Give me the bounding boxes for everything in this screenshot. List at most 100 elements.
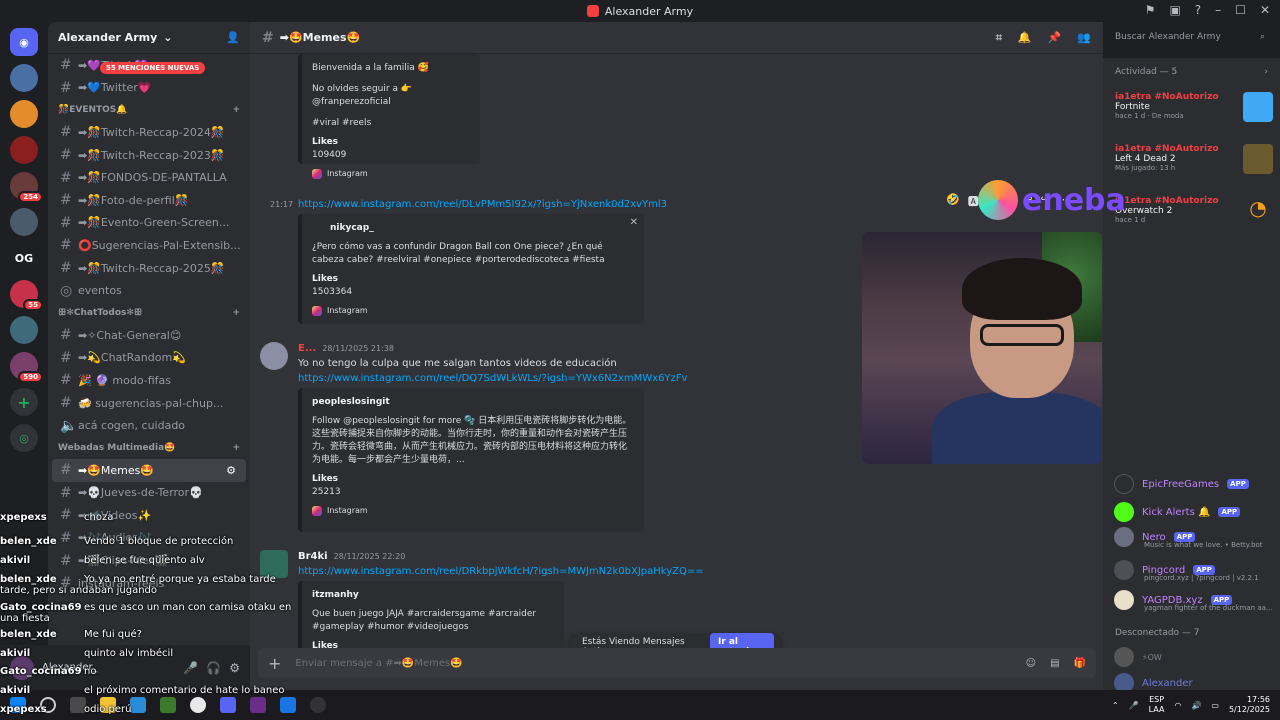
channel-item[interactable]: # 🍻 sugerencias-pal-chup... (48, 392, 250, 415)
add-server-icon[interactable]: + (10, 388, 38, 416)
chrome-icon[interactable] (190, 697, 206, 713)
avatar[interactable] (260, 550, 288, 578)
emoji-icon[interactable]: ☺ (1026, 658, 1036, 669)
member-item[interactable]: YAGPDB.xyz APP yagman fighter of the duckm… (1114, 589, 1273, 612)
channel-item[interactable]: # ➡🎶Audios🎶 (48, 527, 250, 550)
member-item[interactable]: EpicFreeGames APP (1114, 473, 1249, 495)
language-indicator[interactable]: ESP LAA (1149, 695, 1165, 714)
activity-item[interactable]: ia1etra #NoAutorizo Overwatch 2 hace 1 d… (1115, 196, 1273, 236)
channel-item[interactable]: # ➡💙Twitter💗 (48, 77, 250, 100)
volume-icon[interactable]: 🔊 (1191, 701, 1201, 710)
plus-icon[interactable]: + (268, 654, 281, 673)
help-icon[interactable]: ? (1195, 3, 1201, 17)
gift-icon[interactable]: 🎁 (1074, 658, 1086, 669)
channel-item[interactable]: # ➡💫ChatRandom💫 (48, 347, 250, 370)
server-icon[interactable]: OG (10, 244, 38, 272)
message-input[interactable]: Enviar mensaje a #➡🤩Memes🤩 (295, 658, 462, 669)
channel-item[interactable]: # ➡✧Chat-General😊 (48, 324, 250, 347)
category-webadas[interactable]: Webadas Multimedia🤩 + (48, 437, 250, 459)
chevron-up-icon[interactable]: ⌃ (1112, 701, 1119, 710)
server-icon[interactable]: 55 (10, 280, 43, 311)
hash-icon: # (60, 169, 72, 186)
plus-icon[interactable]: + (232, 443, 240, 453)
minimize-button[interactable]: – (1215, 3, 1221, 17)
screen-icon[interactable]: ▣ (1169, 3, 1180, 17)
channel-item[interactable]: # ➡🎊Twitch-Reccap-2023🎊 (48, 144, 250, 167)
channel-item[interactable]: # instagram-reels (48, 572, 250, 595)
clock[interactable]: 17:56 5/12/2025 (1229, 695, 1270, 716)
mic-icon[interactable]: 🎤 (1129, 701, 1139, 710)
discord-home-icon[interactable]: ◉ (10, 28, 38, 56)
avatar[interactable] (260, 342, 288, 370)
gif-icon[interactable]: ▤ (1050, 658, 1059, 669)
member-item[interactable]: ⚡OW (1114, 646, 1162, 668)
close-button[interactable]: ✕ (1260, 3, 1270, 17)
add-member-icon[interactable]: 👤 (226, 31, 240, 44)
channel-item[interactable]: # ➡💀Jueves-de-Terror💀 (48, 482, 250, 505)
plus-icon[interactable]: + (232, 105, 240, 115)
threads-icon[interactable]: ⌗ (996, 31, 1002, 45)
channel-item[interactable]: # ➡🎊Twitch-Reccap-2024🎊 (48, 121, 250, 144)
file-explorer-icon[interactable] (100, 697, 116, 713)
bell-icon[interactable]: 🔔 (1018, 31, 1032, 45)
category-chat[interactable]: ꕥ✻ChatTodos✻ꕥ + (48, 302, 250, 324)
channel-item[interactable]: # ➡🎬Clips-Alex🎬 (48, 549, 250, 572)
server-icon[interactable] (10, 208, 38, 236)
server-header[interactable]: Alexander Army ⌄ 👤 (48, 22, 250, 54)
channel-item[interactable]: # 🎉 🔮 modo-fifas (48, 369, 250, 392)
discord-icon[interactable] (220, 697, 236, 713)
category-eventos[interactable]: 🎊EVENTOS🔔 + (48, 99, 250, 121)
message-composer[interactable]: + Enviar mensaje a #➡🤩Memes🤩 ☺ ▤ 🎁 (258, 648, 1096, 678)
message-link[interactable]: https://www.instagram.com/reel/DRkbpjWkf… (298, 566, 704, 577)
channel-item[interactable]: # ➡🎊Twitch-Reccap-2025🎊 (48, 257, 250, 280)
plus-icon[interactable]: + (232, 308, 240, 318)
member-item[interactable]: Pingcord APP pingcord.xyz | ?pingcord | v2… (1114, 559, 1259, 582)
hash-icon: # (60, 529, 72, 546)
minecraft-icon[interactable] (160, 697, 176, 713)
obs-icon[interactable] (310, 697, 326, 713)
members-icon[interactable]: 👥 (1077, 31, 1091, 45)
new-mentions-pill[interactable]: 55 MENCIONES NUEVAS (100, 62, 206, 74)
channel-item[interactable]: # ➡📹Videos✨ (48, 504, 250, 527)
maximize-button[interactable]: ☐ (1235, 3, 1246, 17)
discover-icon[interactable]: ◎ (10, 424, 38, 452)
server-icon[interactable]: 254 (10, 172, 43, 203)
voice-channel-item[interactable]: 🔈 acá cogen, cuidado (48, 414, 250, 437)
activity-item[interactable]: ia1etra #NoAutorizo Fortnite hace 1 d · … (1115, 92, 1273, 132)
search-input[interactable]: Buscar Alexander Army ⌕ (1108, 28, 1272, 48)
channel-item-active[interactable]: # ➡🤩Memes🤩 ⚙ (52, 458, 246, 482)
reaction-icon[interactable]: 🤣 (946, 193, 960, 209)
channel-item[interactable]: # ➡🎊Evento-Green-Screen... (48, 212, 250, 235)
gear-icon[interactable]: ⚙ (229, 661, 240, 675)
battery-icon[interactable]: ▭ (1211, 701, 1219, 710)
search-icon[interactable] (40, 697, 56, 713)
close-icon[interactable]: ✕ (630, 216, 638, 231)
edge-icon[interactable] (130, 697, 146, 713)
headphones-icon[interactable]: 🎧 (206, 661, 221, 675)
app-icon[interactable] (280, 697, 296, 713)
settings-icon[interactable]: ⚙ (226, 464, 236, 477)
app-icon[interactable] (250, 697, 266, 713)
server-icon[interactable] (10, 64, 38, 92)
message-link[interactable]: https://www.instagram.com/reel/DQ7SdWLkW… (298, 373, 687, 384)
task-view-icon[interactable] (70, 697, 86, 713)
member-item[interactable]: Kick Alerts 🔔 APP (1114, 501, 1241, 523)
channel-item[interactable]: # ⭕Sugerencias-Pal-Extensib... (48, 234, 250, 257)
chevron-right-icon[interactable]: › (1264, 67, 1268, 77)
member-item[interactable]: Nero APP Music is what we love. • Betty.bo… (1114, 526, 1263, 549)
server-icon[interactable] (10, 136, 38, 164)
server-icon[interactable] (10, 316, 38, 344)
pin-icon[interactable]: 📌 (1048, 31, 1062, 45)
avatar[interactable] (10, 655, 34, 680)
windows-start-icon[interactable] (10, 697, 26, 713)
wifi-icon[interactable]: ◠ (1174, 701, 1181, 710)
server-icon[interactable]: 590 (10, 352, 43, 383)
message-link[interactable]: https://www.instagram.com/reel/DLvPMm5I9… (298, 199, 667, 210)
activity-item[interactable]: ia1etra #NoAutorizo Left 4 Dead 2 Más ju… (1115, 144, 1273, 184)
server-icon[interactable] (10, 100, 38, 128)
mic-icon[interactable]: 🎤 (183, 661, 198, 675)
channel-item[interactable]: # ➡🎊Foto-de-perfil🎊 (48, 189, 250, 212)
channel-item[interactable]: # ➡🎊FONDOS-DE-PANTALLA (48, 166, 250, 189)
inbox-icon[interactable]: ⚑ (1145, 3, 1156, 17)
forum-item[interactable]: ◎ eventos (48, 279, 250, 302)
